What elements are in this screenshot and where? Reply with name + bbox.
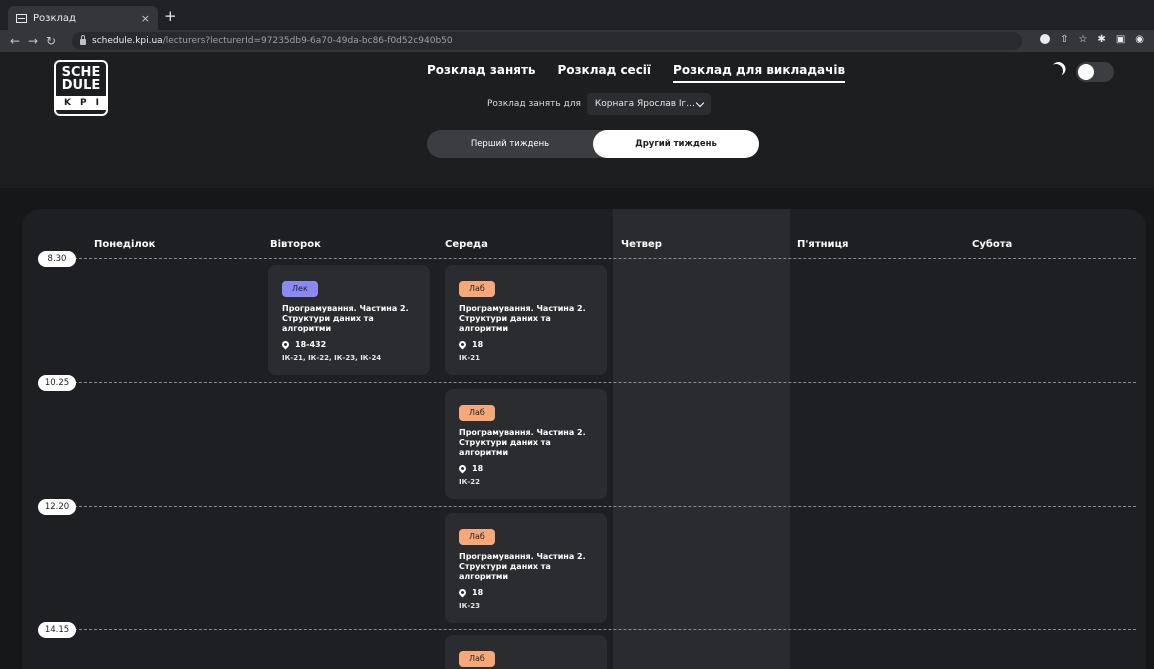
- location-pin-icon: [280, 339, 291, 350]
- lesson-room: 18: [457, 463, 593, 474]
- lesson-card[interactable]: Лаб Програмування. Частина 2. Структури …: [445, 265, 607, 375]
- nav-session[interactable]: Розклад сесії: [558, 63, 652, 83]
- sidebar-icon[interactable]: ▣: [1116, 34, 1125, 45]
- first-week-button[interactable]: Перший тиждень: [427, 130, 593, 158]
- room-number: 18: [472, 464, 484, 473]
- time-line: [74, 506, 1136, 507]
- url-input[interactable]: schedule.kpi.ua/lecturers?lecturerId=972…: [72, 32, 1022, 50]
- lesson-type-badge: Лаб: [459, 651, 495, 667]
- current-day-column: [613, 209, 790, 669]
- lesson-title: Програмування. Частина 2. Структури дани…: [459, 552, 586, 581]
- chevron-down-icon: [695, 98, 705, 107]
- day-header-saturday: Субота: [972, 239, 1013, 250]
- day-header-thursday: Четвер: [621, 239, 662, 250]
- back-icon[interactable]: ←: [6, 34, 24, 48]
- lesson-groups: ІК-22: [459, 478, 480, 486]
- close-tab-icon[interactable]: ×: [141, 12, 150, 25]
- reload-icon[interactable]: ↻: [42, 34, 60, 48]
- star-icon[interactable]: ☆: [1078, 34, 1087, 45]
- lesson-groups: ІК-21, ІК-22, ІК-23, ІК-24: [282, 354, 382, 362]
- lesson-card[interactable]: Лаб Програмування. Частина 2. Структури …: [445, 389, 607, 499]
- lesson-title: Програмування. Частина 2. Структури дани…: [282, 304, 409, 333]
- url-host: schedule.kpi.ua: [92, 36, 163, 46]
- lesson-title: Програмування. Частина 2. Структури дани…: [459, 304, 586, 333]
- logo-line-2: DULE: [61, 78, 101, 93]
- lesson-card[interactable]: Лаб: [445, 635, 607, 669]
- day-header-monday: Понеділок: [94, 239, 156, 250]
- room-number: 18-432: [295, 340, 327, 349]
- schedule-grid: Понеділок Вівторок Середа Четвер П'ятниц…: [22, 209, 1146, 669]
- lesson-card[interactable]: Лек Програмування. Частина 2. Структури …: [268, 265, 430, 375]
- profile-icon[interactable]: ◉: [1135, 34, 1144, 45]
- lecturer-selector-row: Розклад занять для Корнага Ярослав Іг...: [487, 93, 711, 115]
- day-header-friday: П'ятниця: [797, 239, 849, 250]
- app-header: SCHE DULE KPI Розклад занять Розклад сес…: [0, 52, 1154, 188]
- lesson-type-badge: Лаб: [459, 529, 495, 545]
- extension-icons: ⇧ ☆ ✱ ▣ ◉: [1040, 34, 1144, 45]
- moon-icon: [1047, 62, 1065, 80]
- logo-line-3: KPI: [56, 96, 106, 110]
- lock-icon: [80, 35, 86, 45]
- lesson-type-badge: Лек: [282, 281, 318, 297]
- room-number: 18: [472, 340, 484, 349]
- time-slot-0830: 8.30: [38, 251, 76, 267]
- theme-toggle-knob: [1078, 64, 1094, 80]
- theme-toggle[interactable]: [1076, 62, 1114, 82]
- day-header-wednesday: Середа: [445, 239, 488, 250]
- lesson-type-badge: Лаб: [459, 405, 495, 421]
- lesson-room: 18-432: [280, 339, 416, 350]
- lecturer-selected-value: Корнага Ярослав Іг...: [594, 99, 695, 109]
- nav-classes[interactable]: Розклад занять: [427, 63, 536, 83]
- new-tab-button[interactable]: +: [164, 7, 177, 25]
- lesson-title: Програмування. Частина 2. Структури дани…: [459, 428, 586, 457]
- url-path: /lecturers?lecturerId=97235db9-6a70-49da…: [162, 36, 453, 46]
- day-header-tuesday: Вівторок: [270, 239, 321, 250]
- time-slot-1025: 10.25: [38, 375, 76, 391]
- location-pin-icon: [457, 463, 468, 474]
- google-icon[interactable]: [1040, 34, 1051, 44]
- lesson-groups: ІК-23: [459, 602, 480, 610]
- time-slot-1220: 12.20: [38, 499, 76, 515]
- address-bar: ← → ↻ schedule.kpi.ua/lecturers?lecturer…: [0, 30, 1154, 52]
- lesson-card[interactable]: Лаб Програмування. Частина 2. Структури …: [445, 513, 607, 623]
- browser-tab[interactable]: Розклад ×: [8, 6, 158, 30]
- room-number: 18: [472, 588, 484, 597]
- puzzle-icon[interactable]: ✱: [1097, 34, 1105, 45]
- share-icon[interactable]: ⇧: [1060, 34, 1068, 45]
- week-toggle: Перший тиждень Другий тиждень: [427, 130, 759, 158]
- lesson-groups: ІК-21: [459, 354, 480, 362]
- second-week-button[interactable]: Другий тиждень: [593, 130, 759, 158]
- location-pin-icon: [457, 339, 468, 350]
- forward-icon[interactable]: →: [24, 34, 42, 48]
- time-line: [74, 258, 1136, 259]
- browser-tab-bar: Розклад × +: [0, 0, 1154, 30]
- tab-title: Розклад: [33, 12, 76, 24]
- lecturer-label: Розклад занять для: [487, 99, 581, 109]
- time-slot-1415: 14.15: [38, 622, 76, 638]
- schedule-kpi-logo[interactable]: SCHE DULE KPI: [54, 60, 108, 116]
- calendar-icon: [16, 13, 27, 23]
- lesson-type-badge: Лаб: [459, 281, 495, 297]
- time-line: [74, 629, 1136, 630]
- time-line: [74, 382, 1136, 383]
- nav-lecturers[interactable]: Розклад для викладачів: [673, 63, 846, 83]
- main-nav: Розклад занять Розклад сесії Розклад для…: [427, 63, 846, 83]
- lesson-room: 18: [457, 339, 593, 350]
- location-pin-icon: [457, 587, 468, 598]
- lecturer-select[interactable]: Корнага Ярослав Іг...: [586, 93, 711, 115]
- lesson-room: 18: [457, 587, 593, 598]
